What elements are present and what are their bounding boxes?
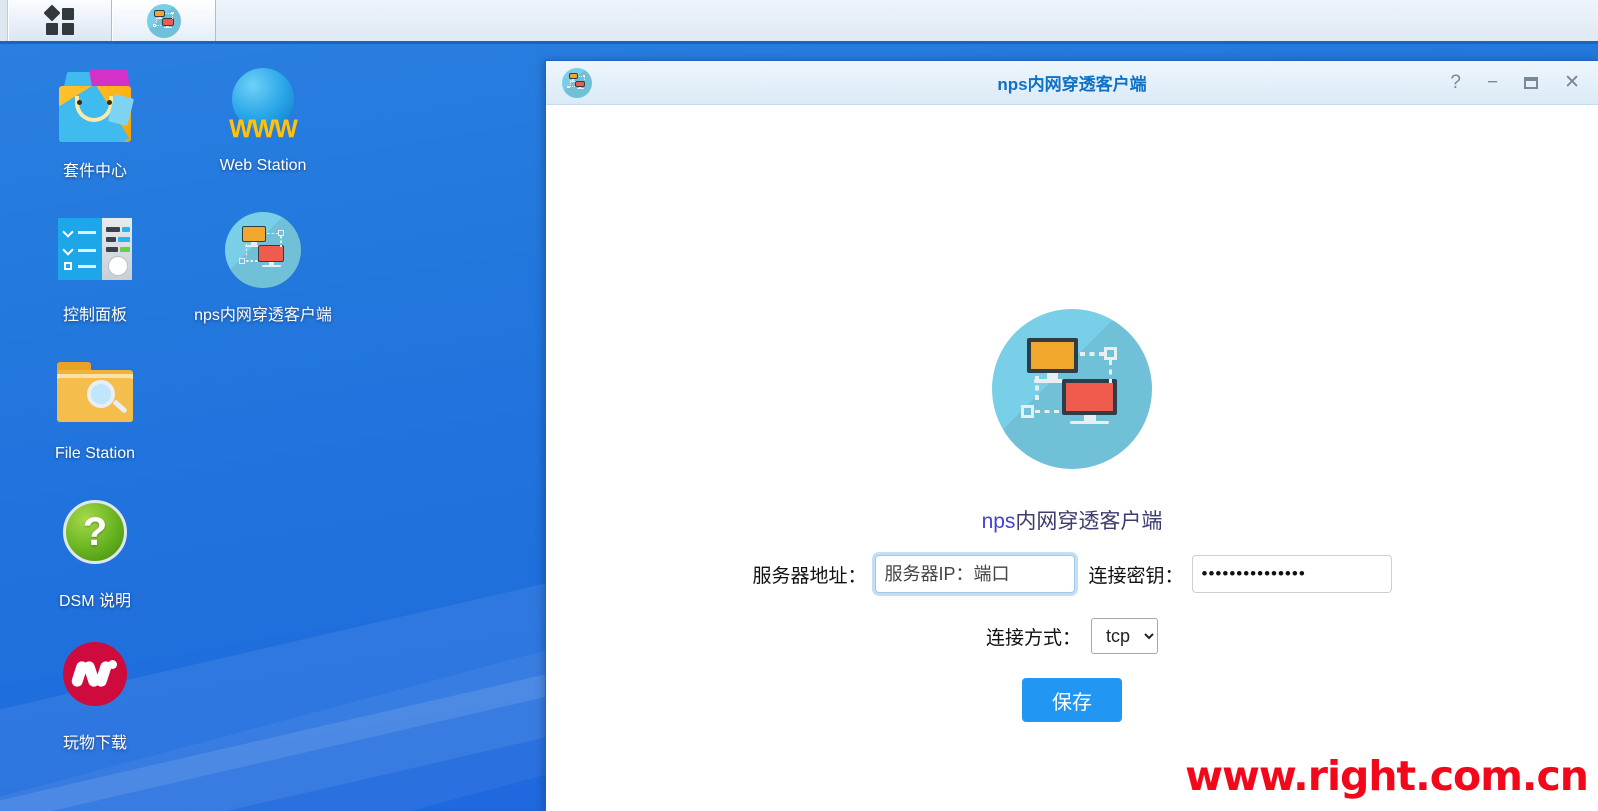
nps-client-window: nps内网穿透客户端 ? − ✕ nps内网穿透客户端 服务器地址： 连接密钥：… xyxy=(545,60,1598,811)
monitor-icon xyxy=(1062,379,1117,425)
connection-line xyxy=(245,259,260,262)
app-caption-prefix: nps xyxy=(981,510,1016,533)
connect-mode-row: 连接方式： tcpkcp xyxy=(546,618,1598,654)
connect-key-label: 连接密钥： xyxy=(1088,565,1184,587)
minimize-button[interactable]: − xyxy=(1487,73,1498,92)
server-and-key-row: 服务器地址： 连接密钥： xyxy=(546,552,1598,596)
connection-line xyxy=(578,75,584,77)
nps-network-logo xyxy=(992,309,1152,469)
connection-line xyxy=(1108,360,1113,383)
server-address-label: 服务器地址： xyxy=(752,565,867,587)
nps-app-icon xyxy=(562,67,592,98)
server-address-input[interactable] xyxy=(871,552,1078,596)
nps-app-icon xyxy=(147,3,181,38)
save-button[interactable]: 保存 xyxy=(1022,678,1122,722)
hero-section: nps内网穿透客户端 xyxy=(546,309,1598,535)
connection-line xyxy=(266,232,279,235)
grid-squares-icon xyxy=(43,4,75,36)
taskbar xyxy=(0,0,1598,44)
window-content: nps内网穿透客户端 服务器地址： 连接密钥： 连接方式： tcpkcp 保存 … xyxy=(546,105,1598,811)
desktop-icon-web-station[interactable]: WWW Web Station xyxy=(188,64,338,175)
help-question-icon: ? xyxy=(53,494,137,578)
site-watermark: www.right.com.cn xyxy=(1185,752,1589,800)
desktop-icon-package-center[interactable]: 套件中心 xyxy=(20,64,170,181)
desktop-icon-label: 套件中心 xyxy=(62,163,127,180)
connection-line xyxy=(570,80,572,86)
desktop-icon-wanwu-download[interactable]: 玩物下载 xyxy=(20,636,170,753)
window-title-bar[interactable]: nps内网穿透客户端 ? − ✕ xyxy=(546,61,1598,105)
file-station-icon xyxy=(53,352,137,436)
connect-mode-label: 连接方式： xyxy=(985,627,1081,649)
taskbar-item-nps-client[interactable] xyxy=(112,0,216,41)
control-panel-icon xyxy=(53,208,137,292)
window-controls: ? − ✕ xyxy=(1450,73,1580,92)
connection-line xyxy=(1035,376,1039,405)
desktop-icon-dsm-help[interactable]: ? DSM 说明 xyxy=(20,494,170,611)
nps-app-icon xyxy=(221,208,305,292)
connection-line xyxy=(171,14,173,20)
network-node-icon xyxy=(1020,405,1034,418)
connection-line xyxy=(156,17,158,24)
wanwu-download-icon xyxy=(53,636,137,720)
connect-mode-select[interactable]: tcpkcp xyxy=(1091,618,1158,654)
connection-line xyxy=(570,86,576,88)
desktop-icon-label: 控制面板 xyxy=(62,307,127,324)
taskbar-edge xyxy=(0,0,8,41)
connection-line xyxy=(1035,409,1064,414)
save-row: 保存 xyxy=(546,678,1598,722)
desktop-icon-label: nps内网穿透客户端 xyxy=(194,307,332,324)
desktop-icon-file-station[interactable]: File Station xyxy=(20,352,170,463)
package-center-icon xyxy=(53,64,137,148)
desktop-icon-label: File Station xyxy=(54,445,136,462)
network-node-icon xyxy=(1104,347,1117,361)
app-caption-rest: 内网穿透客户端 xyxy=(1015,510,1163,533)
close-button[interactable]: ✕ xyxy=(1564,73,1580,92)
connection-line xyxy=(583,77,585,82)
connect-key-input[interactable] xyxy=(1191,555,1392,593)
connection-line xyxy=(156,24,163,26)
monitor-icon xyxy=(258,245,285,267)
monitor-icon xyxy=(575,80,586,90)
connection-line xyxy=(165,12,172,14)
help-button[interactable]: ? xyxy=(1450,73,1461,92)
monitor-icon xyxy=(161,18,174,28)
app-caption: nps内网穿透客户端 xyxy=(982,505,1163,535)
desktop-icon-nps-client[interactable]: nps内网穿透客户端 xyxy=(188,208,338,325)
desktop-icon-label: DSM 说明 xyxy=(58,593,131,610)
maximize-button[interactable] xyxy=(1524,76,1539,89)
network-node-icon xyxy=(238,257,245,264)
connection-line xyxy=(245,243,248,258)
desktop-icon-label: 玩物下载 xyxy=(62,735,127,752)
desktop-icon-control-panel[interactable]: 控制面板 xyxy=(20,208,170,325)
taskbar-empty-area xyxy=(216,0,1598,41)
window-title: nps内网穿透客户端 xyxy=(997,75,1147,94)
web-station-icon: WWW xyxy=(221,64,305,148)
main-menu-button[interactable] xyxy=(8,0,112,41)
desktop-icon-label: Web Station xyxy=(219,157,307,174)
connection-line xyxy=(1080,352,1106,356)
connection-line xyxy=(280,236,283,247)
